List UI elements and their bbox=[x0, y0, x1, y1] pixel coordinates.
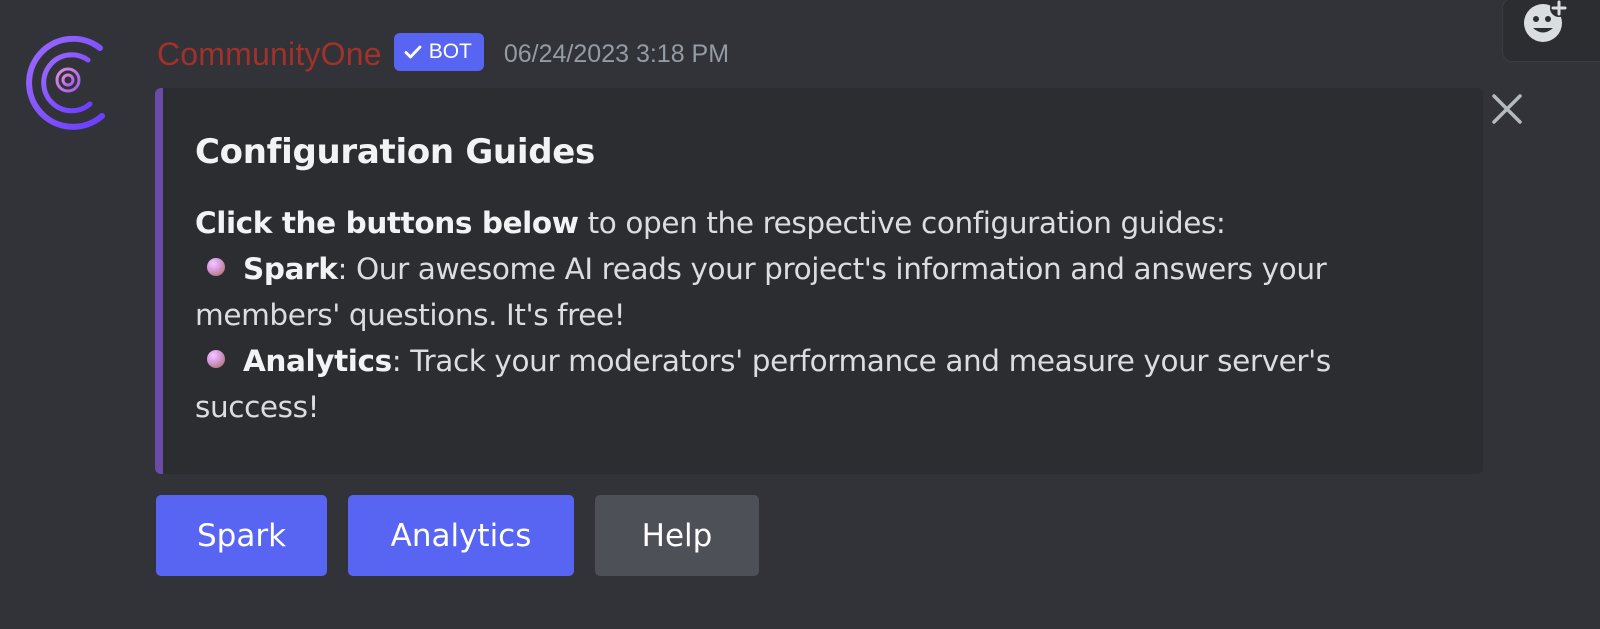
embed-intro-bold: Click the buttons below bbox=[195, 206, 579, 240]
list-item-spark: Spark: Our awesome AI reads your project… bbox=[195, 246, 1449, 338]
communityone-logo-icon bbox=[26, 35, 105, 130]
embed-title: Configuration Guides bbox=[195, 132, 595, 172]
bot-badge-label: BOT bbox=[428, 40, 472, 63]
check-icon bbox=[404, 45, 422, 59]
timestamp[interactable]: 06/24/2023 3:18 PM bbox=[504, 40, 729, 69]
embed-intro-text: to open the respective configuration gui… bbox=[578, 206, 1226, 240]
embed-description: Click the buttons below to open the resp… bbox=[195, 200, 1449, 430]
add-reaction-button[interactable] bbox=[1502, 0, 1600, 62]
help-button[interactable]: Help bbox=[595, 495, 759, 576]
dismiss-embed-button[interactable] bbox=[1488, 90, 1526, 128]
chat-message: CommunityOne BOT 06/24/2023 3:18 PM Conf… bbox=[0, 0, 1600, 629]
bot-badge: BOT bbox=[393, 33, 484, 71]
bullet-dot-icon bbox=[207, 258, 225, 276]
embed-card: Configuration Guides Click the buttons b… bbox=[155, 88, 1483, 474]
embed-intro: Click the buttons below to open the resp… bbox=[195, 200, 1449, 246]
add-reaction-icon bbox=[1524, 0, 1568, 42]
username[interactable]: CommunityOne bbox=[157, 36, 382, 73]
bullet-dot-icon bbox=[207, 350, 225, 368]
list-item-analytics: Analytics: Track your moderators' perfor… bbox=[195, 338, 1449, 430]
close-icon bbox=[1492, 94, 1522, 124]
list-item-name: Spark bbox=[243, 252, 338, 286]
message-header: CommunityOne BOT 06/24/2023 3:18 PM bbox=[157, 30, 729, 78]
button-row: Spark Analytics Help bbox=[156, 495, 759, 576]
avatar[interactable] bbox=[16, 30, 110, 134]
list-item-description: : Our awesome AI reads your project's in… bbox=[195, 252, 1327, 332]
analytics-button[interactable]: Analytics bbox=[348, 495, 574, 576]
list-item-name: Analytics bbox=[243, 344, 392, 378]
spark-button[interactable]: Spark bbox=[156, 495, 327, 576]
